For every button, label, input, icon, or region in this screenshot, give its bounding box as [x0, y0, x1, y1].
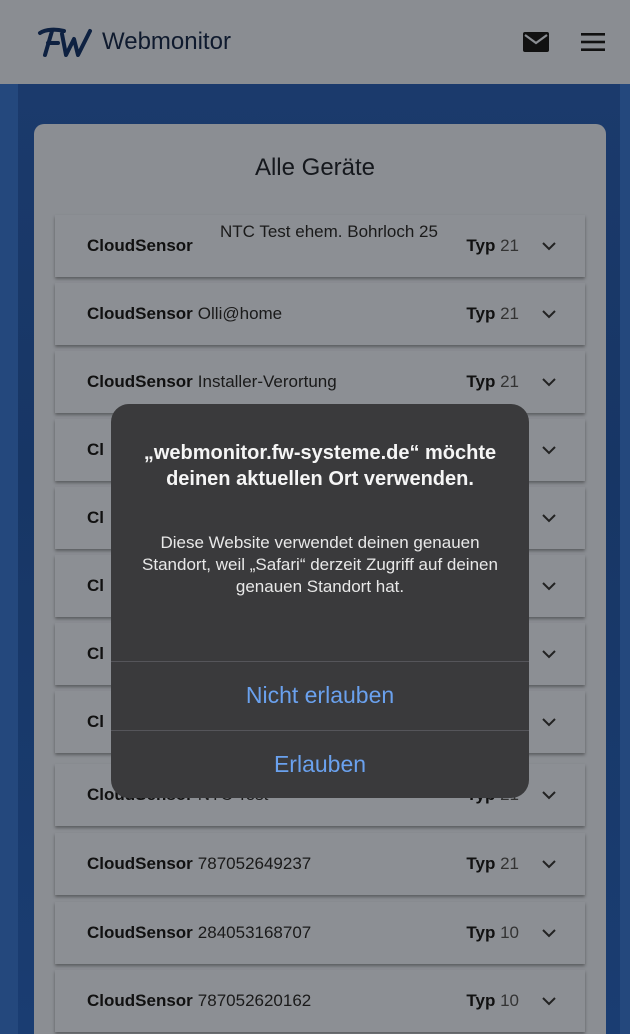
device-typ: Typ 21	[466, 304, 519, 323]
chevron-down-icon[interactable]	[541, 510, 557, 526]
chevron-down-icon[interactable]	[541, 578, 557, 594]
chevron-down-icon[interactable]	[541, 442, 557, 458]
device-row[interactable]: CloudSensor 787052620162 Typ 10	[55, 970, 585, 1032]
device-type: Cl	[87, 440, 104, 459]
chevron-down-icon[interactable]	[541, 714, 557, 730]
device-type: CloudSensor	[87, 991, 193, 1010]
chevron-down-icon[interactable]	[541, 787, 557, 803]
allow-button[interactable]: Erlauben	[111, 751, 529, 778]
dialog-divider	[111, 661, 529, 662]
device-typ: Typ 21	[466, 372, 519, 391]
mail-icon[interactable]	[520, 26, 552, 58]
page-title: Alle Geräte	[254, 154, 376, 181]
device-type: Cl	[87, 712, 104, 731]
device-name: 284053168707	[197, 923, 312, 942]
backdrop-left-edge	[0, 84, 18, 1034]
fw-logo-icon	[38, 27, 92, 57]
device-typ: Typ 10	[466, 991, 519, 1010]
device-name: Installer-Verortung	[197, 372, 337, 391]
device-typ: Typ 21	[466, 236, 519, 255]
fw-logo[interactable]	[36, 25, 94, 59]
dialog-message: Diese Website verwendet deinen genauen S…	[142, 533, 498, 596]
device-type: CloudSensor	[87, 854, 193, 873]
chevron-down-icon[interactable]	[541, 646, 557, 662]
device-row[interactable]: CloudSensor Olli@home Typ 21	[55, 283, 585, 345]
app-title: Webmonitor	[102, 28, 231, 55]
device-type: Cl	[87, 576, 104, 595]
device-type: Cl	[87, 508, 104, 527]
device-typ: Typ 21	[466, 854, 519, 873]
location-permission-dialog: „webmonitor.fw-systeme.de“ möchte deinen…	[111, 404, 529, 798]
dialog-title: „webmonitor.fw-systeme.de“ möchte deinen…	[143, 442, 497, 490]
device-typ: Typ 10	[466, 923, 519, 942]
backdrop-right-edge	[620, 84, 630, 1034]
chevron-down-icon[interactable]	[541, 925, 557, 941]
device-name: 787052620162	[197, 991, 312, 1010]
chevron-down-icon[interactable]	[541, 238, 557, 254]
device-type: CloudSensor	[87, 304, 193, 323]
dialog-divider	[111, 730, 529, 731]
device-row[interactable]: CloudSensor NTC Test ehem. Bohrloch 25 T…	[55, 215, 585, 277]
device-name: NTC Test ehem. Bohrloch 25	[220, 222, 438, 241]
device-row[interactable]: CloudSensor 284053168707 Typ 10	[55, 902, 585, 964]
chevron-down-icon[interactable]	[541, 993, 557, 1009]
device-name: 787052649237	[197, 854, 312, 873]
device-type: CloudSensor	[87, 923, 193, 942]
deny-button[interactable]: Nicht erlauben	[111, 682, 529, 709]
device-type: CloudSensor	[87, 372, 193, 391]
chevron-down-icon[interactable]	[541, 374, 557, 390]
device-type: CloudSensor	[87, 236, 193, 255]
chevron-down-icon[interactable]	[541, 856, 557, 872]
chevron-down-icon[interactable]	[541, 306, 557, 322]
device-row[interactable]: CloudSensor 787052649237 Typ 21	[55, 833, 585, 895]
device-name: Olli@home	[197, 304, 283, 323]
hamburger-menu-icon[interactable]	[578, 27, 608, 57]
app-header: Webmonitor	[0, 0, 630, 84]
device-type: Cl	[87, 644, 104, 663]
